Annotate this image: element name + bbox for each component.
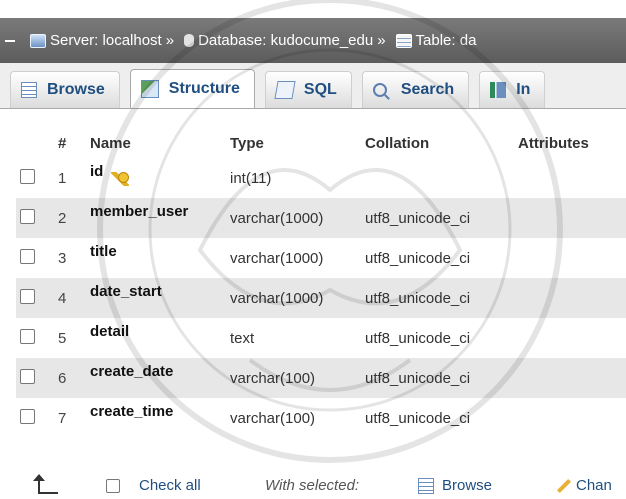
check-all-checkbox[interactable] <box>106 479 120 493</box>
column-name[interactable]: create_time <box>90 403 173 420</box>
structure-table: # Name Type Collation Attributes 1 id int(… <box>16 128 626 438</box>
insert-icon <box>490 82 507 98</box>
column-collation: utf8_unicode_ci <box>365 289 471 307</box>
table-icon <box>395 33 412 48</box>
column-collation: utf8_unicode_ci <box>365 209 471 227</box>
database-icon <box>184 34 195 47</box>
column-type: varchar(1000) <box>230 289 324 307</box>
row-checkbox[interactable] <box>20 328 35 344</box>
column-collation: utf8_unicode_ci <box>365 369 471 387</box>
server-icon <box>30 33 46 48</box>
table-footer: Check all With selected: Browse Chan <box>0 472 626 499</box>
header-checkbox-col <box>16 128 58 158</box>
row-number: 4 <box>58 289 67 307</box>
table-row[interactable]: 3 title varchar(1000) utf8_unicode_ci <box>16 238 626 278</box>
column-collation: utf8_unicode_ci <box>365 409 471 427</box>
row-checkbox[interactable] <box>20 208 35 224</box>
browse-icon <box>21 82 37 98</box>
tab-label: Browse <box>47 81 105 98</box>
row-checkbox[interactable] <box>20 368 35 384</box>
column-type: varchar(1000) <box>230 249 324 267</box>
header-attributes[interactable]: Attributes <box>518 128 626 158</box>
table-row[interactable]: 6 create_date varchar(100) utf8_unicode_ci <box>16 358 626 398</box>
row-number: 6 <box>58 369 67 387</box>
row-number: 2 <box>58 209 67 227</box>
breadcrumb-server[interactable]: Server: localhost <box>50 32 162 49</box>
arrow-up-icon <box>30 474 60 494</box>
table-row[interactable]: 7 create_time varchar(100) utf8_unicode_ci <box>16 398 626 438</box>
breadcrumb-database[interactable]: Database: kudocume_edu <box>198 32 373 49</box>
column-name[interactable]: date_start <box>90 283 162 300</box>
breadcrumb: Server: localhost » Database: kudocume_e… <box>24 32 476 49</box>
row-checkbox[interactable] <box>20 288 35 304</box>
check-all-label[interactable]: Check all <box>139 477 201 494</box>
browse-icon <box>418 477 434 494</box>
change-selected-label: Chan <box>576 477 612 494</box>
row-number: 3 <box>58 249 67 267</box>
tab-label: Structure <box>168 80 240 97</box>
table-row[interactable]: 2 member_user varchar(1000) utf8_unicode_ci <box>16 198 626 238</box>
column-type: int(11) <box>230 169 272 187</box>
row-checkbox[interactable] <box>20 168 35 184</box>
table-header-row: # Name Type Collation Attributes <box>16 128 626 158</box>
header-name[interactable]: Name <box>90 128 230 158</box>
tab-label: In <box>516 81 531 98</box>
header-collation[interactable]: Collation <box>365 128 518 158</box>
tab-bar: Browse Structure SQL Search In <box>0 63 626 109</box>
breadcrumb-bar: Server: localhost » Database: kudocume_e… <box>0 18 626 63</box>
tab-label: Search <box>400 81 455 98</box>
table-row[interactable]: 5 detail text utf8_unicode_ci <box>16 318 626 358</box>
column-type: varchar(100) <box>230 409 316 427</box>
column-type: varchar(100) <box>230 369 316 387</box>
row-number: 5 <box>58 329 67 347</box>
primary-key-icon <box>111 171 130 186</box>
column-name[interactable]: member_user <box>90 203 188 220</box>
change-selected-button[interactable]: Chan <box>556 477 612 494</box>
breadcrumb-table[interactable]: Table: da <box>416 32 477 49</box>
pencil-icon <box>556 478 572 493</box>
column-name[interactable]: create_date <box>90 363 173 380</box>
browse-selected-label: Browse <box>442 477 493 494</box>
search-icon <box>372 83 387 97</box>
table-row[interactable]: 1 id int(11) <box>16 158 626 198</box>
column-type: varchar(1000) <box>230 209 324 227</box>
breadcrumb-separator: » <box>377 32 386 49</box>
column-name[interactable]: title <box>90 243 117 260</box>
tab-insert[interactable]: In <box>479 71 546 108</box>
header-type[interactable]: Type <box>230 128 365 158</box>
sql-icon <box>274 81 296 99</box>
column-name[interactable]: detail <box>90 323 129 340</box>
tab-sql[interactable]: SQL <box>264 71 352 108</box>
tab-label: SQL <box>303 81 337 98</box>
row-checkbox[interactable] <box>20 408 35 424</box>
structure-icon <box>140 80 159 98</box>
column-collation: utf8_unicode_ci <box>365 249 471 267</box>
table-row[interactable]: 4 date_start varchar(1000) utf8_unicode_ci <box>16 278 626 318</box>
column-name[interactable]: id <box>90 163 103 180</box>
collapse-nav-button[interactable] <box>0 18 20 63</box>
breadcrumb-separator: » <box>165 32 175 49</box>
tab-search[interactable]: Search <box>361 71 470 108</box>
row-number: 1 <box>58 169 67 187</box>
column-collation: utf8_unicode_ci <box>365 329 471 347</box>
header-number[interactable]: # <box>58 128 90 158</box>
browse-selected-button[interactable]: Browse <box>418 477 492 494</box>
row-number: 7 <box>58 409 67 427</box>
tab-browse[interactable]: Browse <box>10 71 120 108</box>
tab-structure[interactable]: Structure <box>129 69 255 108</box>
with-selected-label: With selected: <box>265 477 360 494</box>
row-checkbox[interactable] <box>20 248 35 264</box>
column-type: text <box>230 329 255 347</box>
